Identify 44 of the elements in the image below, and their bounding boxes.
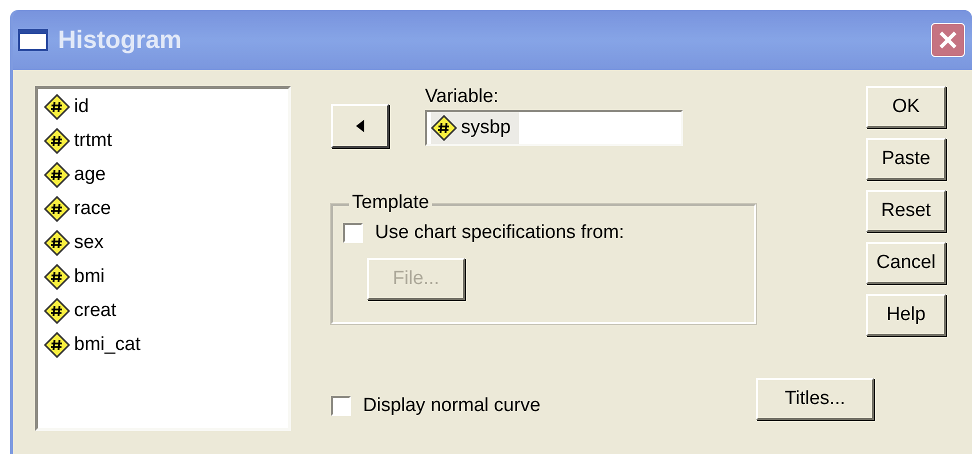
variable-item[interactable]: bmi bbox=[44, 264, 288, 290]
field-label: Variable: bbox=[425, 86, 500, 108]
numeric-variable-icon bbox=[44, 128, 70, 154]
checkbox-label: Use chart specifications from: bbox=[375, 222, 624, 244]
numeric-variable-icon bbox=[44, 162, 70, 188]
variable-name: age bbox=[74, 164, 106, 186]
variable-item[interactable]: trtmt bbox=[44, 128, 288, 154]
checkbox-label: Display normal curve bbox=[363, 395, 540, 417]
numeric-variable-icon bbox=[431, 115, 457, 141]
dialog-button[interactable]: OK bbox=[866, 86, 946, 128]
numeric-variable-icon bbox=[44, 94, 70, 120]
close-button[interactable] bbox=[931, 23, 965, 57]
field-value: sysbp bbox=[461, 117, 511, 139]
group-title: Template bbox=[349, 192, 432, 214]
variable-name: trtmt bbox=[74, 130, 112, 152]
checkbox[interactable] bbox=[343, 223, 363, 243]
checkbox[interactable] bbox=[331, 396, 351, 416]
variable-field[interactable]: sysbp bbox=[425, 110, 683, 146]
variable-item[interactable]: sex bbox=[44, 230, 288, 256]
variable-item[interactable]: id bbox=[44, 94, 288, 120]
variable-name: race bbox=[74, 198, 111, 220]
window-title: Histogram bbox=[58, 26, 183, 54]
dialog-button[interactable]: Help bbox=[866, 294, 946, 336]
titles-button[interactable]: Titles... bbox=[756, 378, 874, 420]
variable-item[interactable]: age bbox=[44, 162, 288, 188]
variable-name: bmi_cat bbox=[74, 334, 141, 356]
numeric-variable-icon bbox=[44, 196, 70, 222]
numeric-variable-icon bbox=[44, 332, 70, 358]
window-icon bbox=[18, 29, 48, 51]
variable-name: creat bbox=[74, 300, 116, 322]
numeric-variable-icon bbox=[44, 264, 70, 290]
dialog-button[interactable]: Paste bbox=[866, 138, 946, 180]
dialog-button[interactable]: Reset bbox=[866, 190, 946, 232]
dialog-button[interactable]: Cancel bbox=[866, 242, 946, 284]
move-button[interactable] bbox=[331, 104, 389, 148]
variable-item[interactable]: creat bbox=[44, 298, 288, 324]
variable-name: bmi bbox=[74, 266, 105, 288]
variable-item[interactable]: race bbox=[44, 196, 288, 222]
variable-name: id bbox=[74, 96, 89, 118]
variable-name: sex bbox=[74, 232, 104, 254]
numeric-variable-icon bbox=[44, 298, 70, 324]
variable-item[interactable]: bmi_cat bbox=[44, 332, 288, 358]
numeric-variable-icon bbox=[44, 230, 70, 256]
left-arrow-icon bbox=[356, 119, 364, 133]
